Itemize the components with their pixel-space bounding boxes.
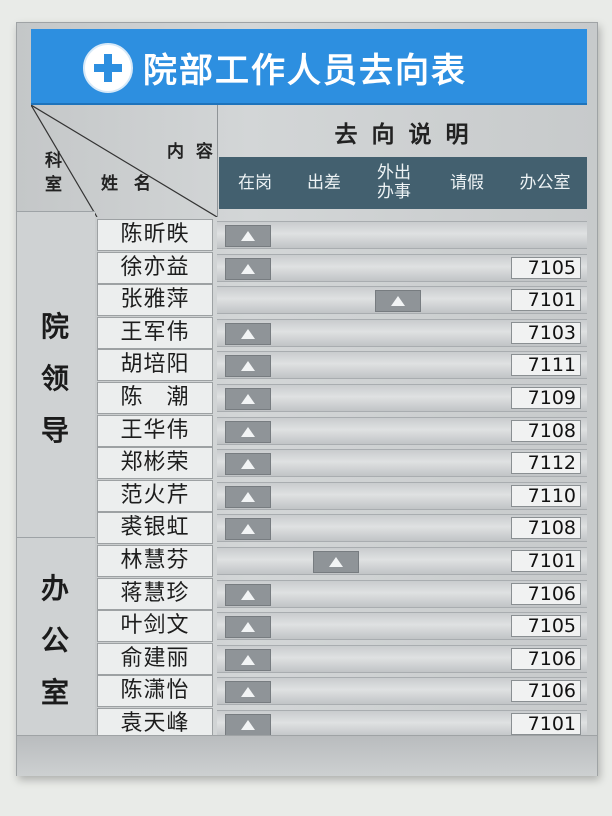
status-header-bar: 在岗 出差 外出 办事 请假 办公室	[219, 157, 587, 209]
status-slider[interactable]	[225, 583, 271, 606]
corner-content-label: 内 容	[167, 142, 216, 162]
triangle-up-icon	[241, 231, 255, 241]
status-slider-track: 7108	[217, 514, 587, 543]
staff-name-cell: 陈 潮	[97, 382, 213, 414]
office-number: 7106	[511, 647, 581, 670]
status-slider-track: 7103	[217, 318, 587, 347]
status-slider[interactable]	[375, 290, 421, 313]
staff-name-cell: 范火芹	[97, 479, 213, 512]
corner-dept-label: 科室	[45, 151, 62, 195]
direction-title: 去 向 说 明	[334, 122, 472, 148]
board-title: 院部工作人员去向表	[143, 51, 467, 91]
col-business-trip: 出差	[307, 172, 341, 193]
triangle-up-icon	[241, 263, 255, 274]
triangle-up-icon	[241, 459, 255, 470]
triangle-up-icon	[241, 328, 255, 339]
triangle-up-icon	[241, 654, 255, 665]
staff-name-cell: 裘银虹	[97, 512, 213, 545]
status-slider-track: 7105	[217, 253, 587, 282]
office-number: 7111	[511, 354, 581, 377]
office-number: 7106	[511, 680, 581, 703]
office-number: 7109	[511, 387, 581, 409]
status-slider-track: 7101	[217, 286, 587, 315]
office-number: 7103	[511, 321, 581, 344]
board-bottom-strip	[17, 735, 597, 776]
status-slider[interactable]	[225, 648, 271, 671]
status-slider-track: 7105	[217, 612, 587, 641]
col-office: 办公室	[519, 172, 571, 193]
triangle-up-icon	[241, 426, 255, 437]
status-slider[interactable]	[225, 453, 271, 476]
triangle-up-icon	[241, 720, 255, 730]
col-leave: 请假	[450, 172, 484, 193]
status-slider[interactable]	[225, 388, 271, 410]
corner-name-label: 姓 名	[101, 174, 156, 194]
staff-name-cell: 徐亦益	[97, 251, 213, 284]
office-number: 7105	[511, 256, 581, 279]
office-number: 7112	[511, 452, 581, 475]
office-number: 7105	[511, 615, 581, 638]
status-slider-track: 7106	[217, 579, 587, 608]
department-group: 院 领 导	[17, 211, 95, 547]
triangle-up-icon	[241, 687, 255, 698]
col-on-duty: 在岗	[238, 172, 272, 193]
status-slider[interactable]	[313, 551, 359, 573]
office-number: 7101	[511, 289, 581, 312]
triangle-up-icon	[241, 394, 255, 404]
status-slider[interactable]	[225, 257, 271, 280]
status-slider[interactable]	[225, 420, 271, 443]
office-number: 7106	[511, 582, 581, 605]
department-label: 院 领 导	[40, 310, 69, 447]
staff-name-cell: 王华伟	[97, 414, 213, 447]
status-slider[interactable]	[225, 518, 271, 541]
status-slider-track: 7108	[217, 416, 587, 445]
triangle-up-icon	[241, 491, 255, 502]
board-title-bar: 院部工作人员去向表	[31, 29, 587, 105]
staff-name-cell: 蒋慧珍	[97, 577, 213, 610]
status-slider-track: 7106	[217, 677, 587, 706]
hospital-logo-icon	[83, 43, 133, 93]
office-number: 7108	[511, 419, 581, 442]
triangle-up-icon	[241, 622, 255, 633]
col-out-on-business: 外出 办事	[377, 163, 411, 202]
staff-name-cell: 张雅萍	[97, 284, 213, 317]
office-number: 7108	[511, 517, 581, 540]
department-label: 办 公 室	[40, 571, 69, 709]
status-slider-track: 7110	[217, 481, 587, 510]
status-slider-track: 7101	[217, 710, 587, 738]
status-slider[interactable]	[225, 225, 271, 247]
triangle-up-icon	[391, 296, 405, 307]
status-slider[interactable]	[225, 485, 271, 508]
status-slider-track: 7111	[217, 351, 587, 380]
status-slider[interactable]	[225, 355, 271, 378]
department-group: 办 公 室	[17, 537, 95, 745]
status-slider-track: 7106	[217, 644, 587, 673]
status-slider[interactable]	[225, 714, 271, 736]
staff-name-cell: 陈昕昳	[97, 219, 213, 251]
triangle-up-icon	[241, 589, 255, 600]
staff-name-cell: 林慧芬	[97, 545, 213, 577]
triangle-up-icon	[241, 524, 255, 535]
status-slider-track	[217, 221, 587, 249]
staff-whereabouts-board: 院部工作人员去向表 内 容 姓 名 科室 去 向 说 明 在岗 出差 外出 办事…	[16, 22, 598, 776]
triangle-up-icon	[329, 557, 343, 567]
office-number: 7110	[511, 484, 581, 507]
header-corner-cell: 内 容 姓 名 科室	[31, 105, 218, 217]
office-number: 7101	[511, 550, 581, 572]
staff-name-cell: 陈潇怡	[97, 675, 213, 708]
staff-name-cell: 叶剑文	[97, 610, 213, 643]
triangle-up-icon	[241, 361, 255, 372]
staff-name-cell: 俞建丽	[97, 642, 213, 675]
status-slider-track: 7112	[217, 449, 587, 478]
status-slider[interactable]	[225, 616, 271, 639]
status-slider[interactable]	[225, 681, 271, 704]
staff-name-cell: 王军伟	[97, 316, 213, 349]
staff-name-cell: 胡培阳	[97, 349, 213, 382]
office-number: 7101	[511, 713, 581, 735]
status-slider-track: 7109	[217, 384, 587, 412]
status-slider-track: 7101	[217, 547, 587, 575]
staff-name-cell: 郑彬荣	[97, 447, 213, 480]
status-slider[interactable]	[225, 322, 271, 345]
